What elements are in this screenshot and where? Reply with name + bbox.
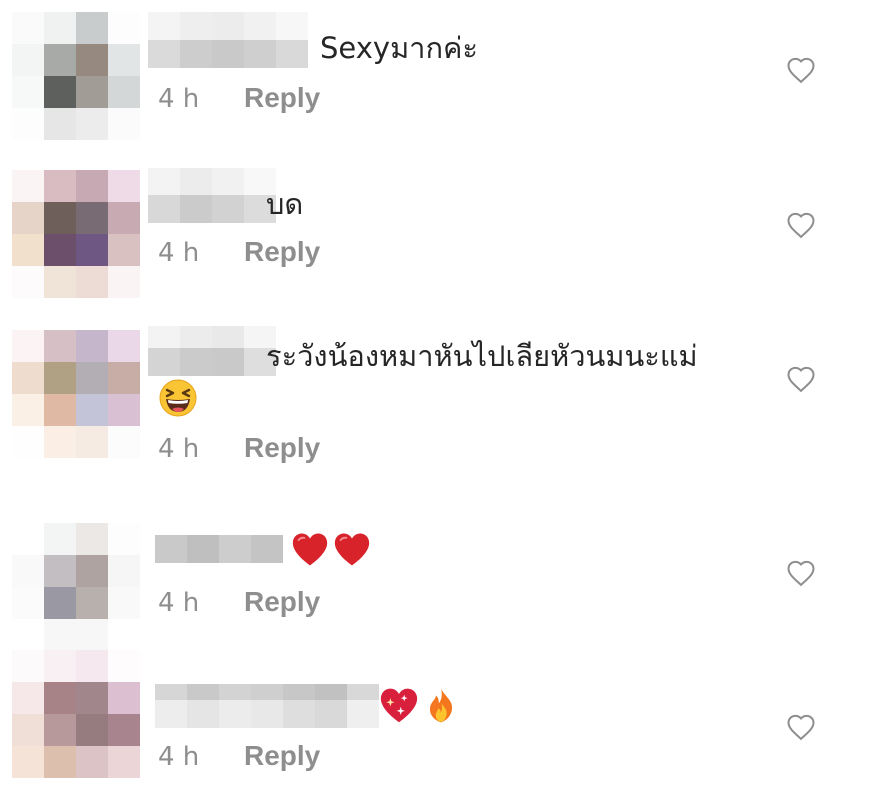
- username-redacted[interactable]: [155, 684, 379, 728]
- username-redacted[interactable]: [148, 168, 276, 223]
- like-heart-icon[interactable]: [786, 365, 816, 393]
- reply-button[interactable]: Reply: [244, 236, 320, 267]
- reply-button[interactable]: Reply: [244, 82, 320, 113]
- reply-button[interactable]: Reply: [244, 432, 320, 463]
- avatar[interactable]: [12, 170, 140, 298]
- username-redacted[interactable]: [148, 12, 308, 68]
- comment-meta: 4 h Reply: [158, 82, 320, 114]
- avatar[interactable]: [12, 650, 140, 778]
- like-heart-icon[interactable]: [786, 211, 816, 239]
- red-heart-icon: [290, 531, 330, 571]
- fire-icon: [424, 686, 458, 728]
- comment-meta: 4 h Reply: [158, 432, 320, 464]
- avatar[interactable]: [12, 12, 140, 140]
- comment-text: ระวังน้องหมาหันไปเลียหัวนมนะแม่: [266, 339, 698, 373]
- avatar[interactable]: [12, 330, 140, 458]
- comment-text: Sexyมากค่ะ: [320, 31, 478, 65]
- laughing-face-icon: [158, 378, 198, 422]
- red-heart-icon: [332, 531, 372, 571]
- comment-meta: 4 h Reply: [158, 586, 320, 618]
- reply-button[interactable]: Reply: [244, 740, 320, 771]
- comment-time: 4 h: [158, 434, 200, 464]
- like-heart-icon[interactable]: [786, 713, 816, 741]
- sparkling-heart-icon: [378, 686, 420, 728]
- comment-meta: 4 h Reply: [158, 740, 320, 772]
- like-heart-icon[interactable]: [786, 56, 816, 84]
- comment-time: 4 h: [158, 238, 200, 268]
- reply-button[interactable]: Reply: [244, 586, 320, 617]
- comment-time: 4 h: [158, 742, 200, 772]
- avatar[interactable]: [12, 523, 140, 651]
- like-heart-icon[interactable]: [786, 559, 816, 587]
- username-redacted[interactable]: [155, 535, 283, 567]
- comment-meta: 4 h Reply: [158, 236, 320, 268]
- username-redacted[interactable]: [148, 326, 276, 376]
- comment-time: 4 h: [158, 84, 200, 114]
- comment-time: 4 h: [158, 588, 200, 618]
- comment-text: บด: [266, 187, 304, 221]
